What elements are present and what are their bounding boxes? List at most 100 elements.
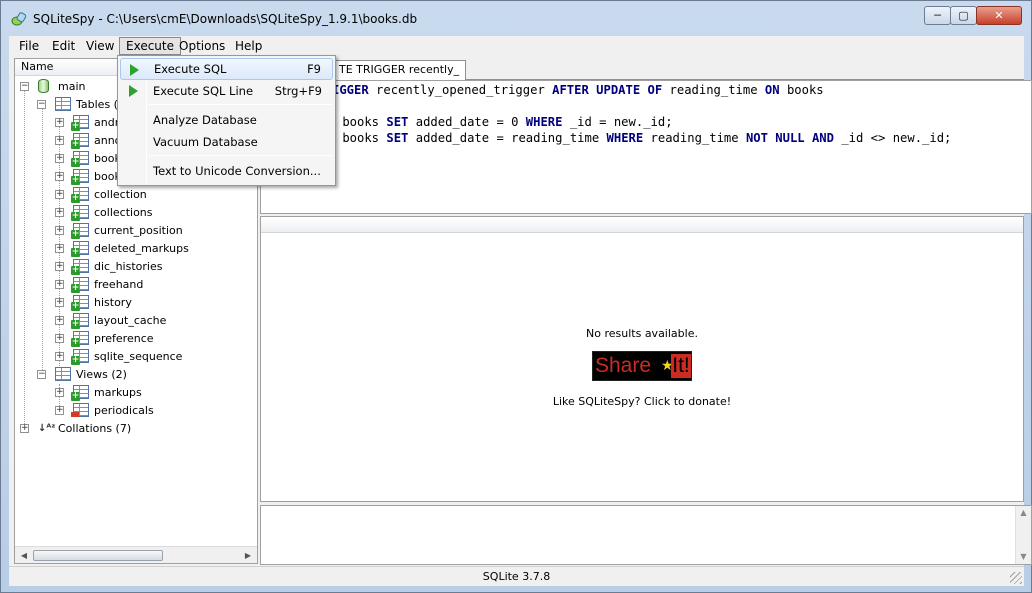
tree-node-label: collections bbox=[94, 206, 153, 219]
close-icon: ✕ bbox=[994, 9, 1004, 22]
title-bar: SQLiteSpy - C:\Users\cmE\Downloads\SQLit… bbox=[1, 1, 1031, 35]
log-vertical-scrollbar[interactable]: ▲ ▼ bbox=[1015, 506, 1031, 564]
tree-node-label: history bbox=[94, 296, 132, 309]
table-icon: + bbox=[71, 277, 89, 293]
expand-icon[interactable]: + bbox=[55, 388, 64, 397]
sqlitespy-app-icon bbox=[11, 12, 27, 26]
code-line: books SET added_date = 0 WHERE _id = new… bbox=[335, 115, 673, 129]
no-results-message: No results available. bbox=[586, 327, 698, 340]
menu-execute[interactable]: Execute bbox=[119, 37, 181, 55]
banner-it-text: It! bbox=[671, 354, 691, 378]
play-icon bbox=[129, 85, 138, 97]
collapse-icon[interactable]: − bbox=[37, 370, 46, 379]
menu-item-shortcut: F9 bbox=[307, 62, 321, 76]
code-line: books SET added_date = reading_time WHER… bbox=[335, 131, 952, 145]
tree-node-label: layout_cache bbox=[94, 314, 167, 327]
menu-item-shortcut: Strg+F9 bbox=[274, 84, 322, 98]
table-icon: + bbox=[71, 331, 89, 347]
minimize-icon: ─ bbox=[934, 9, 941, 22]
donate-link[interactable]: Like SQLiteSpy? Click to donate! bbox=[261, 395, 1023, 408]
tree-node-table[interactable]: + + sqlite_sequence bbox=[15, 348, 255, 365]
table-icon: + bbox=[71, 115, 89, 131]
expand-icon[interactable]: + bbox=[55, 118, 64, 127]
tree-node-view[interactable]: + + markups bbox=[15, 384, 255, 401]
tree-node-table[interactable]: + + collection bbox=[15, 186, 255, 203]
expand-icon[interactable]: + bbox=[55, 316, 64, 325]
menu-options[interactable]: Options bbox=[173, 37, 231, 55]
expand-icon[interactable]: + bbox=[55, 154, 64, 163]
scroll-left-icon[interactable]: ◀ bbox=[17, 549, 31, 562]
table-icon: + bbox=[71, 241, 89, 257]
menu-execute-sql-line[interactable]: Execute SQL Line Strg+F9 bbox=[120, 80, 333, 102]
table-icon: + bbox=[71, 187, 89, 203]
tree-node-label: collection bbox=[94, 188, 147, 201]
expand-icon[interactable]: + bbox=[55, 172, 64, 181]
sqlite-version: SQLite 3.7.8 bbox=[482, 570, 551, 583]
expand-icon[interactable]: + bbox=[55, 190, 64, 199]
menu-item-label: Execute SQL bbox=[154, 62, 227, 76]
sql-editor[interactable]: IGGER recently_opened_trigger AFTER UPDA… bbox=[260, 80, 1032, 214]
menu-help[interactable]: Help bbox=[229, 37, 268, 55]
expand-icon[interactable]: + bbox=[55, 280, 64, 289]
tree-node-table[interactable]: + + preference bbox=[15, 330, 255, 347]
table-icon: + bbox=[71, 295, 89, 311]
expand-icon[interactable]: + bbox=[55, 226, 64, 235]
expand-icon[interactable]: + bbox=[55, 244, 64, 253]
menu-vacuum-database[interactable]: Vacuum Database bbox=[120, 131, 333, 153]
scroll-right-icon[interactable]: ▶ bbox=[241, 549, 255, 562]
tree-node-label: main bbox=[58, 80, 86, 93]
scroll-down-icon[interactable]: ▼ bbox=[1016, 550, 1031, 564]
scroll-thumb[interactable] bbox=[33, 550, 163, 561]
expand-icon[interactable]: + bbox=[55, 262, 64, 271]
shareit-donate-banner[interactable]: Share ★ It! bbox=[592, 351, 692, 381]
table-icon: + bbox=[71, 133, 89, 149]
tree-node-view[interactable]: + periodicals bbox=[15, 402, 255, 419]
play-icon bbox=[130, 64, 139, 76]
tree-node-table[interactable]: + + history bbox=[15, 294, 255, 311]
collapse-icon[interactable]: − bbox=[37, 100, 46, 109]
editor-tab-strip: TE TRIGGER recently_ bbox=[262, 58, 1024, 80]
collapse-icon[interactable]: − bbox=[20, 82, 29, 91]
expand-icon[interactable]: + bbox=[20, 424, 29, 433]
menu-text-to-unicode[interactable]: Text to Unicode Conversion... bbox=[120, 160, 333, 182]
editor-tab[interactable]: TE TRIGGER recently_ bbox=[332, 60, 467, 80]
tree-node-collations[interactable]: + ↓ᴬᶻ Collations (7) bbox=[15, 420, 255, 437]
tree-node-views[interactable]: − Views (2) bbox=[15, 366, 255, 383]
expand-icon[interactable]: + bbox=[55, 334, 64, 343]
expand-icon[interactable]: + bbox=[55, 406, 64, 415]
tree-node-label: sqlite_sequence bbox=[94, 350, 183, 363]
menu-edit[interactable]: Edit bbox=[46, 37, 81, 55]
tree-node-table[interactable]: + + dic_histories bbox=[15, 258, 255, 275]
app-window: SQLiteSpy - C:\Users\cmE\Downloads\SQLit… bbox=[0, 0, 1032, 593]
table-icon: + bbox=[71, 313, 89, 329]
close-button[interactable]: ✕ bbox=[976, 6, 1022, 25]
tree-horizontal-scrollbar[interactable]: ◀ ▶ bbox=[15, 546, 257, 563]
results-header bbox=[261, 217, 1023, 233]
expand-icon[interactable]: + bbox=[55, 136, 64, 145]
tree-node-table[interactable]: + + deleted_markups bbox=[15, 240, 255, 257]
message-log[interactable]: ▲ ▼ bbox=[260, 505, 1032, 565]
tree-node-label: current_position bbox=[94, 224, 183, 237]
minimize-button[interactable]: ─ bbox=[924, 6, 951, 25]
expand-icon[interactable]: + bbox=[55, 208, 64, 217]
menu-item-label: Execute SQL Line bbox=[153, 84, 254, 98]
resize-grip-icon[interactable] bbox=[1010, 572, 1022, 584]
table-icon: + bbox=[71, 151, 89, 167]
expand-icon[interactable]: + bbox=[55, 298, 64, 307]
tree-node-table[interactable]: + + layout_cache bbox=[15, 312, 255, 329]
scroll-up-icon[interactable]: ▲ bbox=[1016, 506, 1031, 520]
view-icon: + bbox=[71, 385, 89, 401]
menu-analyze-database[interactable]: Analyze Database bbox=[120, 109, 333, 131]
results-pane[interactable]: No results available. Share ★ It! Like S… bbox=[260, 216, 1024, 502]
tree-node-label: dic_histories bbox=[94, 260, 163, 273]
menu-file[interactable]: File bbox=[13, 37, 45, 55]
tree-node-label: markups bbox=[94, 386, 142, 399]
menu-execute-sql[interactable]: Execute SQL F9 bbox=[120, 58, 333, 80]
tree-node-table[interactable]: + + freehand bbox=[15, 276, 255, 293]
tree-node-table[interactable]: + + current_position bbox=[15, 222, 255, 239]
menu-view[interactable]: View bbox=[80, 37, 120, 55]
expand-icon[interactable]: + bbox=[55, 352, 64, 361]
table-icon: + bbox=[71, 223, 89, 239]
maximize-button[interactable]: ▢ bbox=[950, 6, 977, 25]
tree-node-table[interactable]: + + collections bbox=[15, 204, 255, 221]
